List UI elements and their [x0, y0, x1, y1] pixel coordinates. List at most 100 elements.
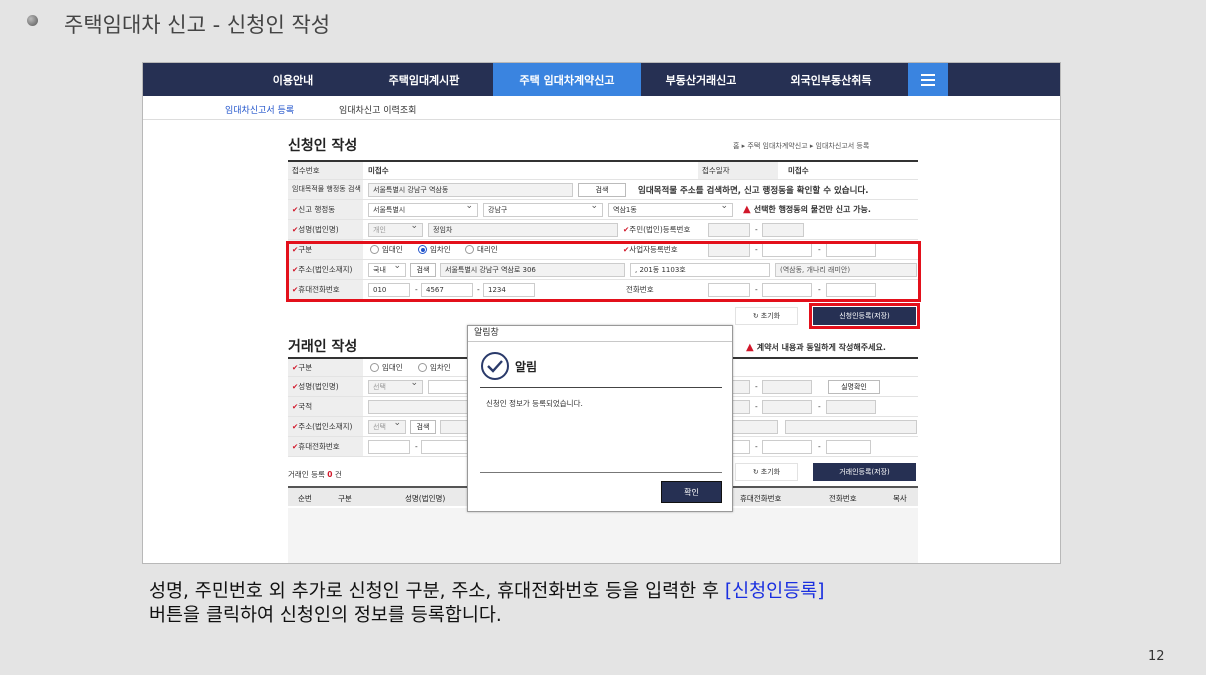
counterpart-register-button[interactable]: 거래인등록(저장) [813, 463, 916, 481]
district-sido-select[interactable]: 서울특별시 [368, 201, 478, 217]
subnav-register[interactable]: 임대차신고서 등록 [225, 103, 294, 116]
rrn-front-input[interactable] [708, 223, 750, 237]
breadcrumb: 홈 ▸ 주택 임대차계약신고 ▸ 임대차신고서 등록 [733, 142, 870, 150]
counterpart-section-title: 거래인 작성 [288, 339, 358, 355]
subnav-history[interactable]: 임대차신고 이력조회 [339, 103, 416, 116]
dialog-heading-row: 알림 [480, 351, 537, 381]
applicant-reset-button[interactable]: ↻ 초기화 [735, 307, 798, 325]
reset-label: 초기화 [760, 468, 781, 476]
name-input[interactable]: 정임차 [428, 223, 618, 237]
col-header: 성명(법인명) [405, 494, 446, 503]
screenshot-frame: 이용안내 주택임대계시판 주택 임대차계약신고 부동산거래신고 외국인부동산취득… [142, 62, 1061, 564]
cp-phone-3-input[interactable] [826, 440, 871, 454]
warning-icon: ▲ [743, 204, 751, 215]
cp-rrn-back-input[interactable] [762, 380, 812, 394]
verify-name-button[interactable]: 실명확인 [828, 380, 880, 394]
count-prefix: 거래인 등록 [288, 469, 325, 479]
radio-icon [370, 363, 379, 372]
cp-type-option-label: 임대인 [382, 363, 403, 372]
cp-separator: - [755, 442, 758, 451]
cp-mobile-label-cell: ✔ 휴대전화번호 [288, 437, 363, 456]
caption-line1: 성명, 주민번호 외 추가로 신청인 구분, 주소, 휴대전화번호 등을 입력한… [149, 581, 725, 602]
cp-mobile-2-input[interactable] [421, 440, 473, 454]
nav-item-lease-report[interactable]: 주택 임대차계약신고 [493, 63, 641, 96]
cp-type-radio-lessor[interactable]: 임대인 [370, 359, 403, 376]
district-dong-select[interactable]: 역삼1동 [608, 201, 733, 217]
radio-icon [418, 363, 427, 372]
col-header: 순번 [298, 494, 312, 503]
district-note: 선택한 행정동의 물건만 신고 가능. [753, 205, 871, 214]
cp-nat-2-input[interactable] [762, 400, 812, 414]
nav-item-real-estate-report[interactable]: 부동산거래신고 [641, 63, 761, 96]
nav-item-board[interactable]: 주택임대계시판 [355, 63, 493, 96]
slide-title: 주택임대차 신고 - 신청인 작성 [64, 13, 331, 37]
count-suffix: 건 [334, 469, 342, 479]
dialog-heading: 알림 [515, 359, 538, 374]
reset-label: 초기화 [760, 312, 781, 320]
cp-mobile-1-input[interactable] [368, 440, 410, 454]
receipt-no-label: 접수번호 [288, 162, 363, 179]
dialog-divider [480, 387, 722, 388]
name-label: 성명(법인명) [298, 224, 339, 234]
cp-address-scope-select[interactable]: 선택 [368, 418, 406, 434]
counterpart-note: 계약서 내용과 동일하게 작성해주세요. [756, 342, 886, 352]
col-header: 전화번호 [829, 494, 857, 503]
slide-bullet [27, 15, 38, 26]
col-header: 복사 [893, 494, 907, 503]
applicant-section-title: 신청인 작성 [288, 138, 358, 154]
cp-phone-2-input[interactable] [762, 440, 812, 454]
search-button[interactable]: 검색 [578, 183, 626, 197]
nav-item-guide[interactable]: 이용안내 [231, 63, 355, 96]
cp-type-option-label: 임차인 [430, 363, 451, 372]
sub-nav: 임대차신고서 등록 임대차신고 이력조회 [143, 96, 1060, 120]
cp-address-search-button[interactable]: 검색 [410, 420, 436, 434]
address-search-input[interactable]: 서울특별시 강남구 역삼동 [368, 183, 573, 197]
callout-applicant-fields [286, 241, 921, 302]
cp-address-label: 주소(법인소재지) [298, 421, 353, 431]
count-value: 0 [327, 469, 333, 479]
cp-address-extra-input[interactable] [785, 420, 917, 434]
receipt-row: 접수번호 미접수 접수일자 미접수 [288, 160, 918, 180]
cp-nat-3-input[interactable] [826, 400, 876, 414]
caption-highlight: [신청인등록] [724, 581, 825, 602]
cp-name-type-select[interactable]: 선택 [368, 378, 423, 394]
name-row: ✔성명(법인명) 개인 정임차 ✔주민(법인)등록번호 - [288, 220, 918, 240]
receipt-no-value: 미접수 [368, 166, 389, 175]
dialog-message: 신청인 정보가 등록되었습니다. [486, 399, 583, 408]
cp-separator: - [818, 442, 821, 451]
reset-icon: ↻ [752, 312, 759, 320]
cp-mobile-label: 휴대전화번호 [298, 441, 340, 451]
district-gu-select[interactable]: 강남구 [483, 201, 603, 217]
cp-address-label-cell: ✔ 주소(법인소재지) [288, 417, 363, 436]
cp-type-label: 구분 [298, 362, 313, 372]
district-label-cell: ✔ 신고 행정동 [288, 200, 363, 219]
hamburger-menu-button[interactable] [908, 63, 948, 96]
rrn-label-cell: ✔ 주민(법인)등록번호 [623, 220, 690, 239]
nav-item-foreigner-acquisition[interactable]: 외국인부동산취득 [761, 63, 901, 96]
cp-separator: - [415, 442, 418, 451]
cp-type-label-cell: ✔ 구분 [288, 359, 363, 376]
cp-type-radio-lessee[interactable]: 임차인 [418, 359, 451, 376]
cp-nationality-label-cell: ✔ 국적 [288, 397, 363, 416]
page-number: 12 [1148, 649, 1165, 664]
dialog-divider [480, 472, 722, 473]
search-note: 임대목적물 주소를 검색하면, 신고 행정동을 확인할 수 있습니다. [638, 185, 869, 196]
cp-name-label-cell: ✔ 성명(법인명) [288, 377, 363, 396]
cp-name-label: 성명(법인명) [298, 381, 339, 391]
alert-dialog: 알림창 알림 신청인 정보가 등록되었습니다. 확인 [467, 325, 733, 512]
cp-nationality-input[interactable] [368, 400, 473, 414]
slide-caption: 성명, 주민번호 외 추가로 신청인 구분, 주소, 휴대전화번호 등을 입력한… [149, 580, 824, 628]
check-circle-icon [481, 352, 509, 380]
cp-separator: - [755, 382, 758, 391]
warning-icon: ▲ [746, 341, 754, 353]
receipt-date-label: 접수일자 [698, 162, 778, 179]
dialog-ok-button[interactable]: 확인 [661, 481, 722, 503]
district-row: ✔신고 행정동 서울특별시 강남구 역삼1동 ▲선택한 행정동의 물건만 신고 … [288, 200, 918, 220]
name-type-select[interactable]: 개인 [368, 221, 423, 237]
callout-register-button [809, 303, 920, 329]
cp-separator: - [818, 402, 821, 411]
receipt-date-value: 미접수 [788, 166, 809, 175]
counterpart-note-cell: ▲ 계약서 내용과 동일하게 작성해주세요. [746, 341, 886, 353]
rrn-back-input[interactable] [762, 223, 804, 237]
counterpart-reset-button[interactable]: ↻ 초기화 [735, 463, 798, 481]
